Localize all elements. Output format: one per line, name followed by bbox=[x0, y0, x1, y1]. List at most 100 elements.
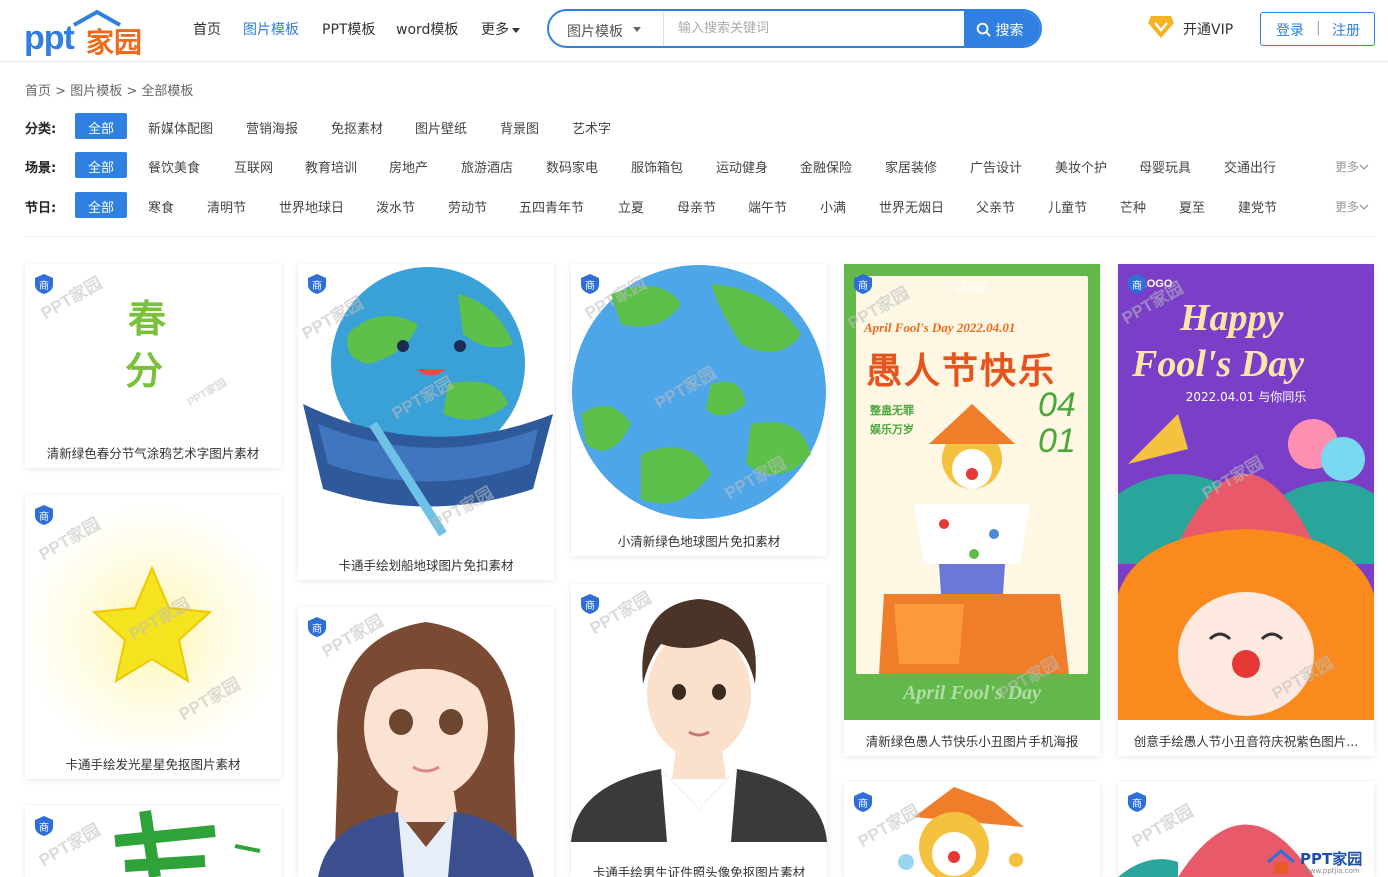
template-card[interactable]: LOGO April Fool's Day 2022.04.01 愚人节快乐 整… bbox=[844, 264, 1100, 756]
house-icon bbox=[1267, 849, 1295, 874]
filter-item[interactable]: 父亲节 bbox=[976, 197, 1015, 216]
filter-item[interactable]: 数码家电 bbox=[546, 157, 598, 176]
nav-home[interactable]: 首页 bbox=[193, 19, 221, 39]
filter-item[interactable]: 建党节 bbox=[1238, 197, 1277, 216]
filter-item[interactable]: 免抠素材 bbox=[331, 118, 383, 137]
filter-item[interactable]: 芒种 bbox=[1120, 197, 1146, 216]
commercial-badge-label: 商 bbox=[39, 281, 49, 292]
filter-item-all[interactable]: 全部 bbox=[75, 192, 128, 218]
template-card[interactable]: PPT家园 商 卡通手绘男生证件照头像免抠图片素材 bbox=[571, 584, 827, 877]
breadcrumb-image-templates[interactable]: 图片模板 bbox=[70, 84, 122, 99]
filter-item-all[interactable]: 全部 bbox=[75, 152, 128, 178]
filter-item[interactable]: 美妆个护 bbox=[1055, 157, 1107, 176]
template-card[interactable]: PPT家园 商 bbox=[298, 607, 554, 877]
filter-item[interactable]: 劳动节 bbox=[448, 197, 487, 216]
nav-word-templates[interactable]: word模板 bbox=[396, 19, 458, 39]
nav-image-templates[interactable]: 图片模板 bbox=[243, 19, 299, 39]
site-logo[interactable]: ppt 家园 bbox=[24, 5, 148, 59]
filter-item[interactable]: 儿童节 bbox=[1048, 197, 1087, 216]
filter-more-link[interactable]: 更多 bbox=[1335, 158, 1369, 175]
filter-item[interactable]: 寒食 bbox=[148, 197, 174, 216]
commercial-badge-label: 商 bbox=[585, 281, 595, 292]
login-link[interactable]: 登录 bbox=[1276, 20, 1304, 40]
template-card[interactable]: PPT家园 PPT家园 PPT家园 商 卡通手绘划船地球图片免扣素材 bbox=[298, 264, 554, 580]
filter-item[interactable]: 交通出行 bbox=[1224, 157, 1276, 176]
filter-item[interactable]: 背景图 bbox=[500, 118, 539, 137]
search-input[interactable] bbox=[665, 11, 965, 46]
filter-item[interactable]: 家居装修 bbox=[885, 157, 937, 176]
boy-portrait-art-icon bbox=[571, 599, 827, 842]
filter-item[interactable]: 房地产 bbox=[389, 157, 428, 176]
poster-logo-text: LOGO bbox=[955, 282, 989, 294]
template-card[interactable]: PPT家园 商 bbox=[25, 806, 281, 877]
filter-item[interactable]: 餐饮美食 bbox=[148, 157, 200, 176]
filter-item[interactable]: 母亲节 bbox=[677, 197, 716, 216]
filter-item-all[interactable]: 全部 bbox=[75, 113, 128, 139]
filter-item[interactable]: 艺术字 bbox=[572, 118, 611, 137]
filter-item[interactable]: 旅游酒店 bbox=[461, 157, 513, 176]
search-button-label: 搜索 bbox=[995, 23, 1024, 39]
template-card[interactable]: PPT家园 PPT家园 PPT家园 商 小清新绿色地球图片免扣素材 bbox=[571, 264, 827, 556]
nav-ppt-templates[interactable]: PPT模板 bbox=[322, 19, 375, 39]
top-header: ppt 家园 首页 图片模板 PPT模板 word模板 更多 图片模板 搜索 开… bbox=[0, 0, 1388, 62]
filter-label: 场景: bbox=[25, 161, 57, 176]
card-caption: 创意手绘愚人节小丑音符庆祝紫色图片... bbox=[1133, 734, 1359, 749]
filter-more-link[interactable]: 更多 bbox=[1335, 198, 1369, 215]
auth-box: 登录 | 注册 bbox=[1260, 12, 1375, 46]
corner-logo-text: PPT家园 bbox=[1300, 850, 1363, 868]
vip-label: 开通VIP bbox=[1183, 22, 1234, 38]
girl-portrait-art-icon bbox=[318, 622, 534, 877]
filter-item[interactable]: 图片壁纸 bbox=[415, 118, 467, 137]
filter-item[interactable]: 广告设计 bbox=[970, 157, 1022, 176]
template-card[interactable]: PPT家园 商 bbox=[844, 782, 1100, 877]
filter-item[interactable]: 立夏 bbox=[618, 197, 644, 216]
register-link[interactable]: 注册 bbox=[1332, 20, 1360, 40]
filter-item[interactable]: 服饰箱包 bbox=[631, 157, 683, 176]
filter-item[interactable]: 小满 bbox=[820, 197, 846, 216]
filter-item[interactable]: 互联网 bbox=[234, 157, 273, 176]
earth-art-icon bbox=[572, 265, 826, 519]
card-caption: 清新绿色愚人节快乐小丑图片手机海报 bbox=[865, 734, 1079, 749]
filter-item[interactable]: 世界无烟日 bbox=[879, 197, 944, 216]
search-button[interactable]: 搜索 bbox=[964, 11, 1040, 46]
filter-item[interactable]: 泼水节 bbox=[376, 197, 415, 216]
filter-item[interactable]: 世界地球日 bbox=[279, 197, 344, 216]
filter-item[interactable]: 五四青年节 bbox=[519, 197, 584, 216]
filter-item[interactable]: 端午节 bbox=[748, 197, 787, 216]
filter-item[interactable]: 运动健身 bbox=[716, 157, 768, 176]
filter-item[interactable]: 教育培训 bbox=[305, 157, 357, 176]
breadcrumb-separator: > bbox=[55, 84, 67, 99]
filter-item[interactable]: 金融保险 bbox=[800, 157, 852, 176]
divider bbox=[25, 236, 1375, 237]
template-card[interactable]: LOGO Happy Fool's Day 2022.04.01 与你同乐 PP… bbox=[1118, 264, 1374, 756]
breadcrumb-home[interactable]: 首页 bbox=[25, 84, 51, 99]
earth-boat-art-icon bbox=[303, 267, 553, 537]
more-label: 更多 bbox=[1335, 200, 1360, 214]
template-card[interactable]: 春 分 PPT家园 PPT家园 商 清新绿色春分节气涂鸦艺术字图片素材 bbox=[25, 264, 281, 468]
filter-item[interactable]: 母婴玩具 bbox=[1139, 157, 1191, 176]
breadcrumb-separator: > bbox=[126, 84, 138, 99]
clown-art-icon bbox=[898, 787, 1024, 877]
auth-separator: | bbox=[1316, 20, 1321, 36]
diamond-icon bbox=[1148, 16, 1174, 38]
filter-item[interactable]: 新媒体配图 bbox=[148, 118, 213, 137]
chevron-down-icon bbox=[1359, 164, 1369, 170]
card-thumbnail: 春 分 PPT家园 PPT家园 bbox=[25, 264, 281, 436]
chevron-down-icon bbox=[1359, 204, 1369, 210]
filter-item[interactable]: 夏至 bbox=[1179, 197, 1205, 216]
search-icon bbox=[976, 22, 991, 37]
filter-item[interactable]: 营销海报 bbox=[246, 118, 298, 137]
vip-link[interactable]: 开通VIP bbox=[1147, 14, 1242, 42]
commercial-badge-label: 商 bbox=[312, 281, 322, 292]
commercial-badge-label: 商 bbox=[39, 823, 49, 834]
filter-item[interactable]: 清明节 bbox=[207, 197, 246, 216]
card-thumbnail: PPT家园 PPT家园 PPT家园 bbox=[298, 264, 554, 549]
clown-tent-art-icon bbox=[1118, 414, 1374, 720]
card-caption: 卡通手绘划船地球图片免扣素材 bbox=[338, 558, 514, 573]
search-category-select[interactable]: 图片模板 bbox=[549, 11, 664, 46]
nav-more[interactable]: 更多 bbox=[481, 19, 520, 39]
template-card[interactable]: PPT家园 PPT家园 PPT家园 商 卡通手绘发光星星免抠图片素材 bbox=[25, 495, 281, 779]
card-caption: 卡通手绘男生证件照头像免抠图片素材 bbox=[592, 865, 806, 877]
art-char: 春 bbox=[128, 296, 167, 341]
star-art-icon bbox=[91, 565, 213, 684]
